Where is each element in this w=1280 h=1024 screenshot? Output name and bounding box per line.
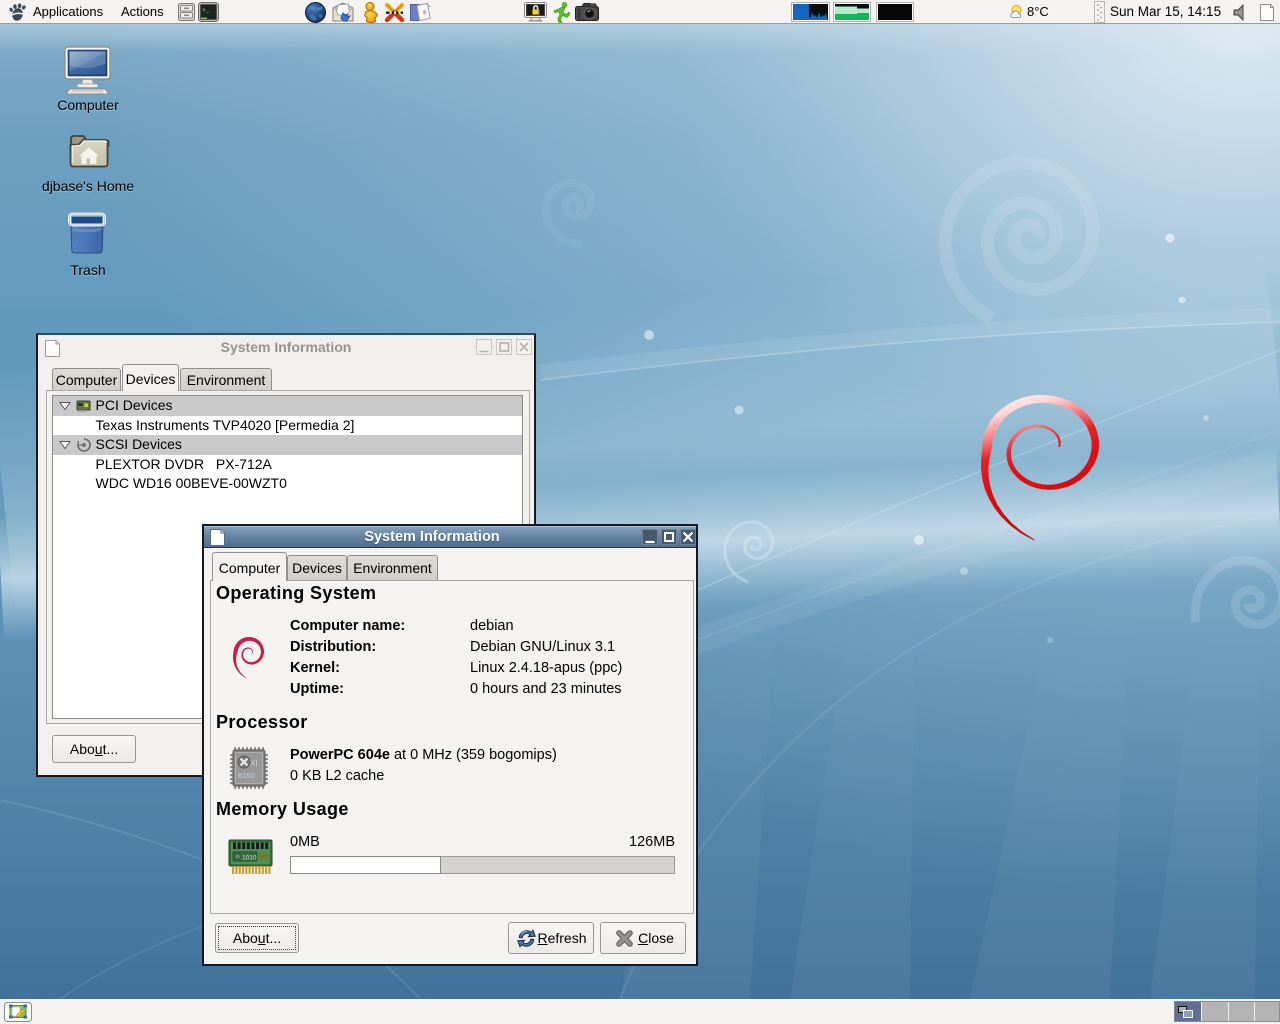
- svg-text:>_: >_: [202, 7, 210, 14]
